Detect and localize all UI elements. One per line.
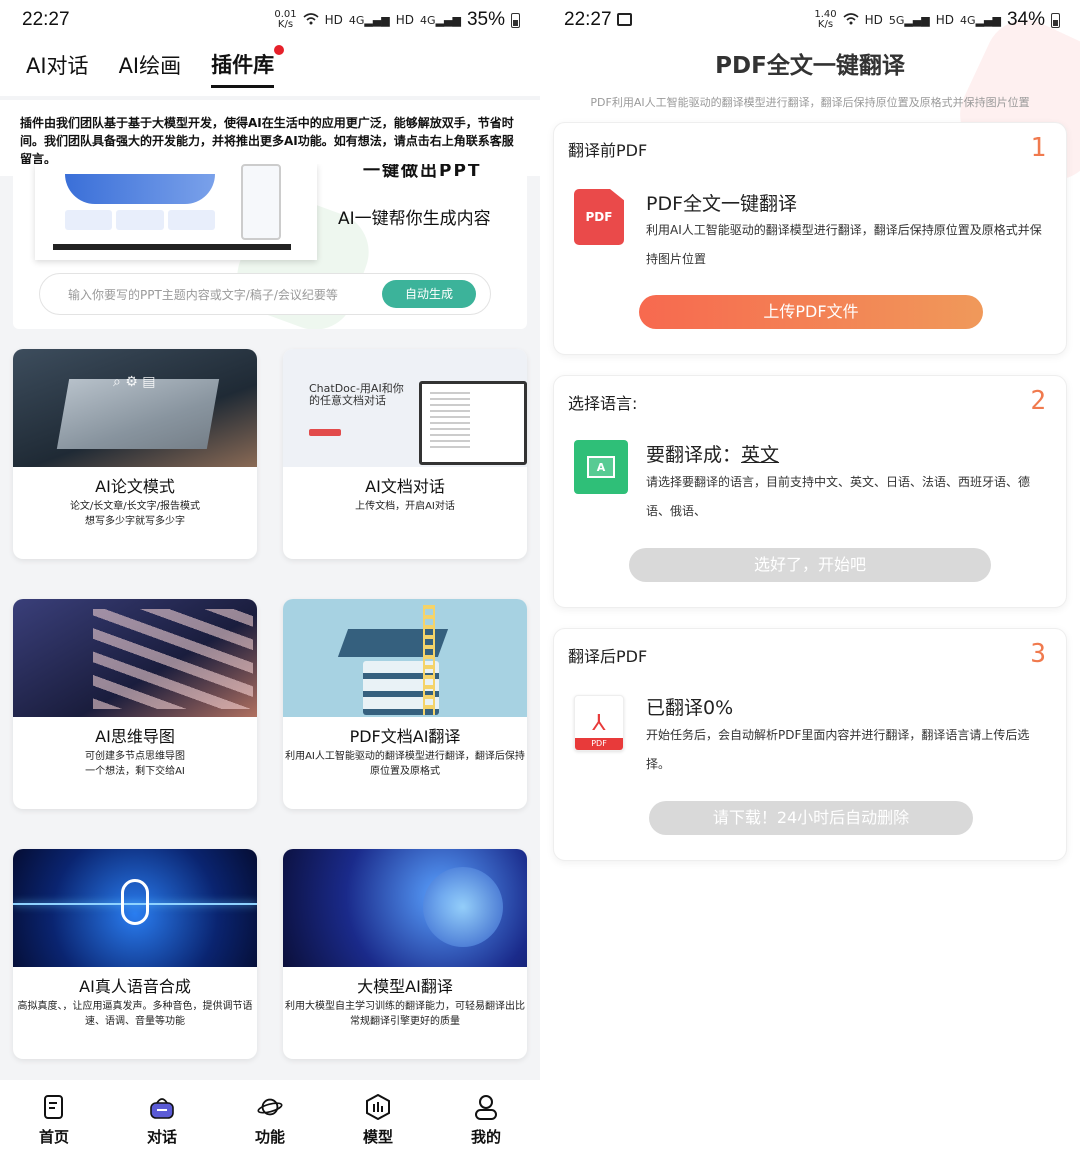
- card-desc: 高拟真度、，让应用逼真发声。多种音色，提供调节语速、语调、音量等功能: [17, 1001, 253, 1027]
- plugin-card-mindmap[interactable]: AI思维导图 可创建多节点思维导图 一个想法，剩下交给AI: [13, 599, 257, 809]
- step-number: 2: [1030, 386, 1046, 416]
- tab-ai-drawing[interactable]: AI绘画: [119, 50, 182, 86]
- download-button[interactable]: 请下载！24小时后自动删除: [649, 801, 973, 835]
- ppt-input-placeholder: 输入你要写的PPT主题内容或文字/稿子/会议纪要等: [68, 287, 338, 302]
- card-title: AI文档对话: [365, 477, 445, 496]
- acrobat-pdf-icon: ⅄ PDF: [574, 695, 624, 751]
- nav-chat[interactable]: 对话: [108, 1080, 216, 1159]
- card-desc: 利用大模型自主学习训练的翻译能力，可轻易翻译出比常规翻译引擎更好的质量: [285, 1001, 525, 1027]
- chat-bag-icon: [149, 1094, 175, 1120]
- start-translate-button[interactable]: 选好了，开始吧: [629, 548, 991, 582]
- mindmap-image: [13, 599, 257, 717]
- step-description: 利用AI人工智能驱动的翻译模型进行翻译，翻译后保持原位置及原格式并保持图片位置: [646, 223, 1042, 266]
- status-bar: 22:27 1.40 K/s HD 5G▂▄▆ HD 4G▂▄▆ 34%: [540, 0, 1080, 40]
- step-card-after-pdf: 翻译后PDF 3 ⅄ PDF 已翻译0% 开始任务后，会自动解析PDF里面内容并进…: [553, 628, 1067, 861]
- step-description: 开始任务后，会自动解析PDF里面内容并进行翻译，翻译语言请上传后选择。: [646, 728, 1030, 771]
- chatdoc-image-text: ChatDoc-用AI和你的任意文档对话: [309, 382, 404, 407]
- upload-pdf-button[interactable]: 上传PDF文件: [639, 295, 983, 329]
- planet-icon: [257, 1094, 283, 1120]
- hd-badge-2: HD: [935, 13, 955, 27]
- signal-icon: 5G▂▄▆: [888, 13, 930, 27]
- hd-badge: HD: [864, 13, 883, 27]
- net-speed: 1.40 K/s: [814, 9, 837, 30]
- hd-badge-2: HD: [395, 13, 415, 27]
- auto-generate-button[interactable]: 自动生成: [382, 280, 476, 308]
- card-title: 大模型AI翻译: [357, 977, 453, 996]
- net-speed: 0.01 K/s: [274, 9, 297, 30]
- step-description: 请选择要翻译的语言，目前支持中文、英文、日语、法语、西班牙语、德语、俄语、: [646, 475, 1031, 518]
- plugin-card-pdf-translate[interactable]: PDF文档AI翻译 利用AI人工智能驱动的翻译模型进行翻译，翻译后保持原位置及原…: [283, 599, 527, 809]
- battery-percent: 34%: [1006, 9, 1045, 30]
- notification-dot: [274, 44, 285, 55]
- card-title: PDF文档AI翻译: [349, 727, 461, 746]
- tab-ai-chat[interactable]: AI对话: [26, 50, 89, 86]
- step-header: 翻译后PDF: [568, 647, 648, 666]
- card-desc: 上传文档，开启AI对话: [355, 501, 455, 512]
- plugin-card-essay[interactable]: ⌕ ⚙ ▤ AI论文模式 论文/长文章/长文字/报告模式 想写多少字就写多少字: [13, 349, 257, 559]
- status-time: 22:27: [22, 9, 70, 30]
- card-title: AI论文模式: [95, 477, 175, 496]
- top-tab-bar: AI对话 AI绘画 插件库: [0, 40, 540, 96]
- right-phone-screen: 22:27 1.40 K/s HD 5G▂▄▆ HD 4G▂▄▆ 34% PDF全…: [540, 0, 1080, 1159]
- left-phone-screen: 22:27 0.01 K/s HD 4G▂▄▆ HD 4G▂▄▆ 35% AI对话…: [0, 0, 540, 1159]
- plugin-card-doc-chat[interactable]: ChatDoc-用AI和你的任意文档对话 AI文档对话 上传文档，开启AI对话: [283, 349, 527, 559]
- battery-icon: [511, 12, 520, 28]
- card-desc: 可创建多节点思维导图 一个想法，剩下交给AI: [85, 751, 185, 777]
- laptop-typing-image: ⌕ ⚙ ▤: [13, 349, 257, 467]
- nav-home[interactable]: 首页: [0, 1080, 108, 1159]
- signal-icon-2: 4G▂▄▆: [420, 13, 461, 27]
- signal-icon: 4G▂▄▆: [348, 13, 390, 27]
- step-card-before-pdf: 翻译前PDF 1 PDF PDF全文一键翻译 利用AI人工智能驱动的翻译模型进行…: [553, 122, 1067, 355]
- plugin-card-voice[interactable]: AI真人语音合成 高拟真度、，让应用逼真发声。多种音色，提供调节语速、语调、音量…: [13, 849, 257, 1059]
- plugin-card-llm-translate[interactable]: 大模型AI翻译 利用大模型自主学习训练的翻译能力，可轻易翻译出比常规翻译引擎更好…: [283, 849, 527, 1059]
- step-number: 1: [1030, 133, 1046, 163]
- document-icon: [41, 1094, 67, 1120]
- card-title: AI真人语音合成: [79, 977, 191, 996]
- gallery-icon: [616, 13, 632, 27]
- tab-plugin-library[interactable]: 插件库: [211, 44, 285, 88]
- bottom-nav: 首页 对话 功能 模型 我的: [0, 1080, 540, 1159]
- ppt-topic-input[interactable]: 输入你要写的PPT主题内容或文字/稿子/会议纪要等 自动生成: [39, 273, 491, 315]
- nav-model[interactable]: 模型: [324, 1080, 432, 1159]
- step-heading: PDF全文一键翻译: [646, 193, 798, 215]
- status-bar: 22:27 0.01 K/s HD 4G▂▄▆ HD 4G▂▄▆ 35%: [0, 0, 540, 40]
- banner-cut-heading: 一键做出PPT: [363, 164, 482, 181]
- step-heading: 要翻译成：英文: [646, 444, 780, 466]
- nav-me[interactable]: 我的: [432, 1080, 540, 1159]
- step-header: 翻译前PDF: [568, 141, 648, 160]
- page-subtitle: PDF利用AI人工智能驱动的翻译模型进行翻译，翻译后保持原位置及原格式并保持图片…: [590, 96, 1030, 109]
- hd-badge: HD: [324, 13, 343, 27]
- translate-image-icon: A: [574, 440, 628, 494]
- status-icons: 0.01 K/s HD 4G▂▄▆ HD 4G▂▄▆ 35%: [274, 9, 520, 31]
- voice-wave-image: [13, 849, 257, 967]
- banner-slogan: AI一键帮你生成内容: [338, 209, 491, 229]
- battery-percent: 35%: [466, 9, 505, 30]
- ppt-banner: 一键做出PPT AI一键帮你生成内容 输入你要写的PPT主题内容或文字/稿子/会…: [13, 164, 527, 329]
- page-title: PDF全文一键翻译: [715, 53, 905, 79]
- education-image: [283, 599, 527, 717]
- target-language-select[interactable]: 英文: [741, 444, 779, 466]
- user-icon: [473, 1094, 499, 1120]
- model-icon: [365, 1094, 391, 1120]
- step-card-select-language: 选择语言: 2 A 要翻译成：英文 请选择要翻译的语言，目前支持中文、英文、日语…: [553, 375, 1067, 608]
- card-desc: 论文/长文章/长文字/报告模式 想写多少字就写多少字: [69, 501, 201, 527]
- ai-brain-image: [283, 849, 527, 967]
- card-title: AI思维导图: [95, 727, 175, 746]
- signal-icon-2: 4G▂▄▆: [960, 13, 1001, 27]
- wifi-icon: [303, 12, 319, 28]
- step-number: 3: [1030, 639, 1046, 669]
- status-icons: 1.40 K/s HD 5G▂▄▆ HD 4G▂▄▆ 34%: [814, 9, 1060, 31]
- translation-progress: 已翻译0%: [646, 697, 734, 719]
- battery-icon: [1051, 12, 1060, 28]
- nav-features[interactable]: 功能: [216, 1080, 324, 1159]
- step-header: 选择语言:: [568, 394, 638, 413]
- ppt-preview-image: [35, 164, 317, 260]
- pdf-file-icon: PDF: [574, 189, 624, 245]
- wifi-icon: [843, 12, 859, 28]
- chatdoc-image: ChatDoc-用AI和你的任意文档对话: [283, 349, 527, 467]
- status-time: 22:27: [564, 9, 632, 31]
- card-desc: 利用AI人工智能驱动的翻译模型进行翻译，翻译后保持原位置及原格式: [285, 751, 525, 777]
